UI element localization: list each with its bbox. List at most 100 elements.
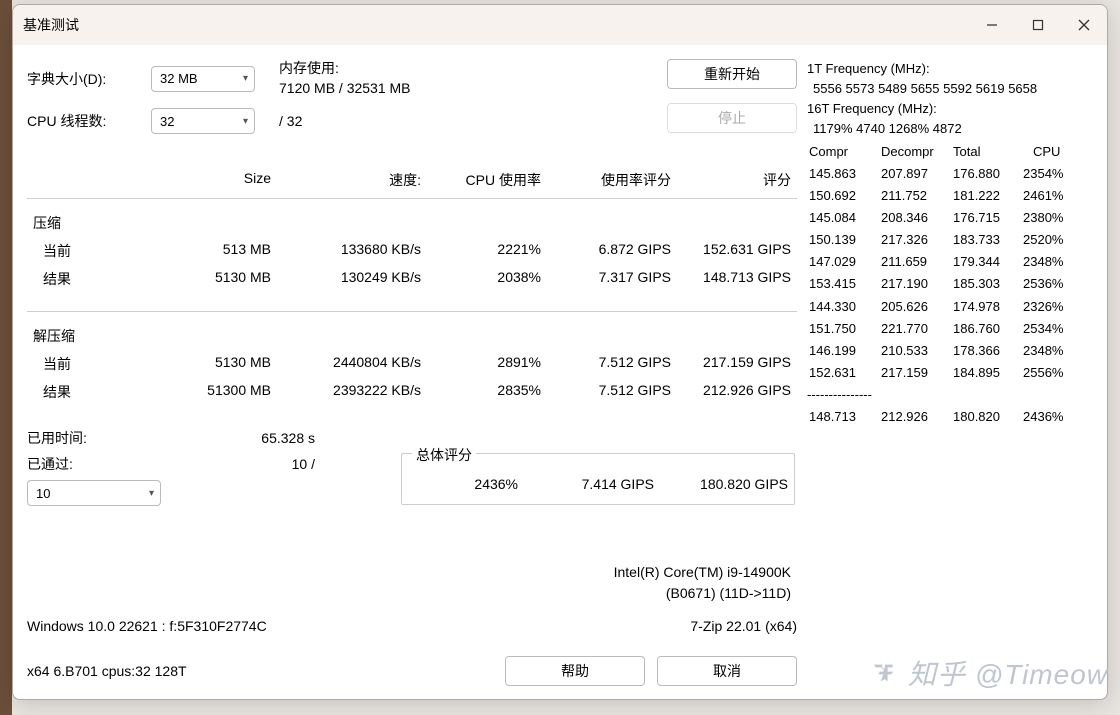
close-button[interactable] xyxy=(1061,5,1107,45)
side-summary-decompr: 212.926 xyxy=(881,407,951,427)
threads-label: CPU 线程数: xyxy=(27,111,137,131)
row-label: 结果 xyxy=(27,265,157,293)
cell: 148.713 GIPS xyxy=(677,265,797,293)
side-cell: 2534% xyxy=(1023,319,1083,339)
results-grid: Size 速度: CPU 使用率 使用率评分 评分 压缩 当前 513 MB 1… xyxy=(27,166,797,406)
cell: 133680 KB/s xyxy=(277,237,427,265)
row-label: 当前 xyxy=(27,350,157,378)
passes-select[interactable]: 10 ▾ xyxy=(27,480,161,506)
side-cell: 152.631 xyxy=(809,363,879,383)
side-cell: 2556% xyxy=(1023,363,1083,383)
side-cell: 181.222 xyxy=(953,186,1021,206)
minimize-button[interactable] xyxy=(969,5,1015,45)
side-cell: 2348% xyxy=(1023,252,1083,272)
cell: 7.512 GIPS xyxy=(547,378,677,406)
side-cell: 210.533 xyxy=(881,341,951,361)
side-cell: 153.415 xyxy=(809,274,879,294)
passes-value: 10 / xyxy=(137,456,335,472)
cell: 2393222 KB/s xyxy=(277,378,427,406)
side-row: 152.631217.159184.8952556% xyxy=(809,363,1083,383)
side-col-decompr: Decompr xyxy=(881,142,951,162)
side-cell: 205.626 xyxy=(881,297,951,317)
side-cell: 221.770 xyxy=(881,319,951,339)
side-row: 150.692211.752181.2222461% xyxy=(809,186,1083,206)
os-info: Windows 10.0 22621 : f:5F310F2774C xyxy=(27,618,267,634)
chevron-down-icon: ▾ xyxy=(243,116,248,127)
mem-usage-value: 7120 MB / 32531 MB xyxy=(279,79,411,99)
cell: 2440804 KB/s xyxy=(277,350,427,378)
side-cell: 217.159 xyxy=(881,363,951,383)
side-col-cpu: CPU xyxy=(1023,142,1083,162)
side-cell: 2536% xyxy=(1023,274,1083,294)
cell: 2835% xyxy=(427,378,547,406)
side-cell: 147.029 xyxy=(809,252,879,272)
maximize-button[interactable] xyxy=(1015,5,1061,45)
side-cell: 217.326 xyxy=(881,230,951,250)
dict-size-select[interactable]: 32 MB ▾ xyxy=(151,66,255,92)
side-cell: 217.190 xyxy=(881,274,951,294)
col-rating: 评分 xyxy=(677,166,797,194)
elapsed-value: 65.328 s xyxy=(137,430,335,446)
cell: 217.159 GIPS xyxy=(677,350,797,378)
side-cell: 151.750 xyxy=(809,319,879,339)
group-compress: 压缩 xyxy=(27,209,797,237)
col-cpu: CPU 使用率 xyxy=(427,166,547,194)
cpu-model: Intel(R) Core(TM) i9-14900K xyxy=(27,562,791,583)
threads-select[interactable]: 32 ▾ xyxy=(151,108,255,134)
cell: 130249 KB/s xyxy=(277,265,427,293)
side-cell: 178.366 xyxy=(953,341,1021,361)
side-cell: 145.084 xyxy=(809,208,879,228)
side-cell: 2348% xyxy=(1023,341,1083,361)
benchmark-window: 基准测试 字典大小(D): 32 MB ▾ xyxy=(12,4,1108,700)
zip-version: 7-Zip 22.01 (x64) xyxy=(690,618,797,634)
cancel-button[interactable]: 取消 xyxy=(657,656,797,686)
side-summary-compr: 148.713 xyxy=(809,407,879,427)
overall-ur: 7.414 GIPS xyxy=(522,474,658,494)
dict-size-label: 字典大小(D): xyxy=(27,69,137,89)
window-title: 基准测试 xyxy=(23,15,79,35)
side-cell: 150.139 xyxy=(809,230,879,250)
dict-size-value: 32 MB xyxy=(160,71,198,86)
col-size: Size xyxy=(157,166,277,194)
side-row: 145.084208.346176.7152380% xyxy=(809,208,1083,228)
cell: 152.631 GIPS xyxy=(677,237,797,265)
side-cell: 176.880 xyxy=(953,164,1021,184)
side-cell: 211.752 xyxy=(881,186,951,206)
side-divider: --------------- xyxy=(807,385,1093,405)
side-cell: 2326% xyxy=(1023,297,1083,317)
help-button[interactable]: 帮助 xyxy=(505,656,645,686)
side-cell: 145.863 xyxy=(809,164,879,184)
passes-select-value: 10 xyxy=(36,486,50,501)
side-summary-cpu: 2436% xyxy=(1023,407,1083,427)
arch-info: x64 6.B701 cpus:32 128T xyxy=(27,663,187,679)
side-row: 146.199210.533178.3662348% xyxy=(809,341,1083,361)
elapsed-label: 已用时间: xyxy=(27,428,137,448)
side-row: 145.863207.897176.8802354% xyxy=(809,164,1083,184)
cell: 7.317 GIPS xyxy=(547,265,677,293)
freq-1t-values: 5556 5573 5489 5655 5592 5619 5658 xyxy=(807,79,1093,99)
restart-button[interactable]: 重新开始 xyxy=(667,59,797,89)
side-col-total: Total xyxy=(953,142,1021,162)
overall-rating: 180.820 GIPS xyxy=(658,474,792,494)
side-cell: 184.895 xyxy=(953,363,1021,383)
col-usage-rating: 使用率评分 xyxy=(547,166,677,194)
side-cell: 183.733 xyxy=(953,230,1021,250)
overall-cpu: 2436% xyxy=(402,474,522,494)
side-cell: 146.199 xyxy=(809,341,879,361)
cell: 51300 MB xyxy=(157,378,277,406)
stop-button: 停止 xyxy=(667,103,797,133)
cpu-stepping: (B0671) (11D->11D) xyxy=(27,583,791,604)
side-cell: 208.346 xyxy=(881,208,951,228)
side-row: 144.330205.626174.9782326% xyxy=(809,297,1083,317)
side-cell: 2461% xyxy=(1023,186,1083,206)
side-summary-total: 180.820 xyxy=(953,407,1021,427)
side-row: 147.029211.659179.3442348% xyxy=(809,252,1083,272)
col-speed: 速度: xyxy=(277,166,427,194)
cell: 212.926 GIPS xyxy=(677,378,797,406)
side-cell: 211.659 xyxy=(881,252,951,272)
freq-16t-values: 1179% 4740 1268% 4872 xyxy=(807,119,1093,139)
side-cell: 176.715 xyxy=(953,208,1021,228)
overall-rating-box: 总体评分 2436% 7.414 GIPS 180.820 GIPS xyxy=(401,453,795,505)
side-cell: 179.344 xyxy=(953,252,1021,272)
cell: 513 MB xyxy=(157,237,277,265)
